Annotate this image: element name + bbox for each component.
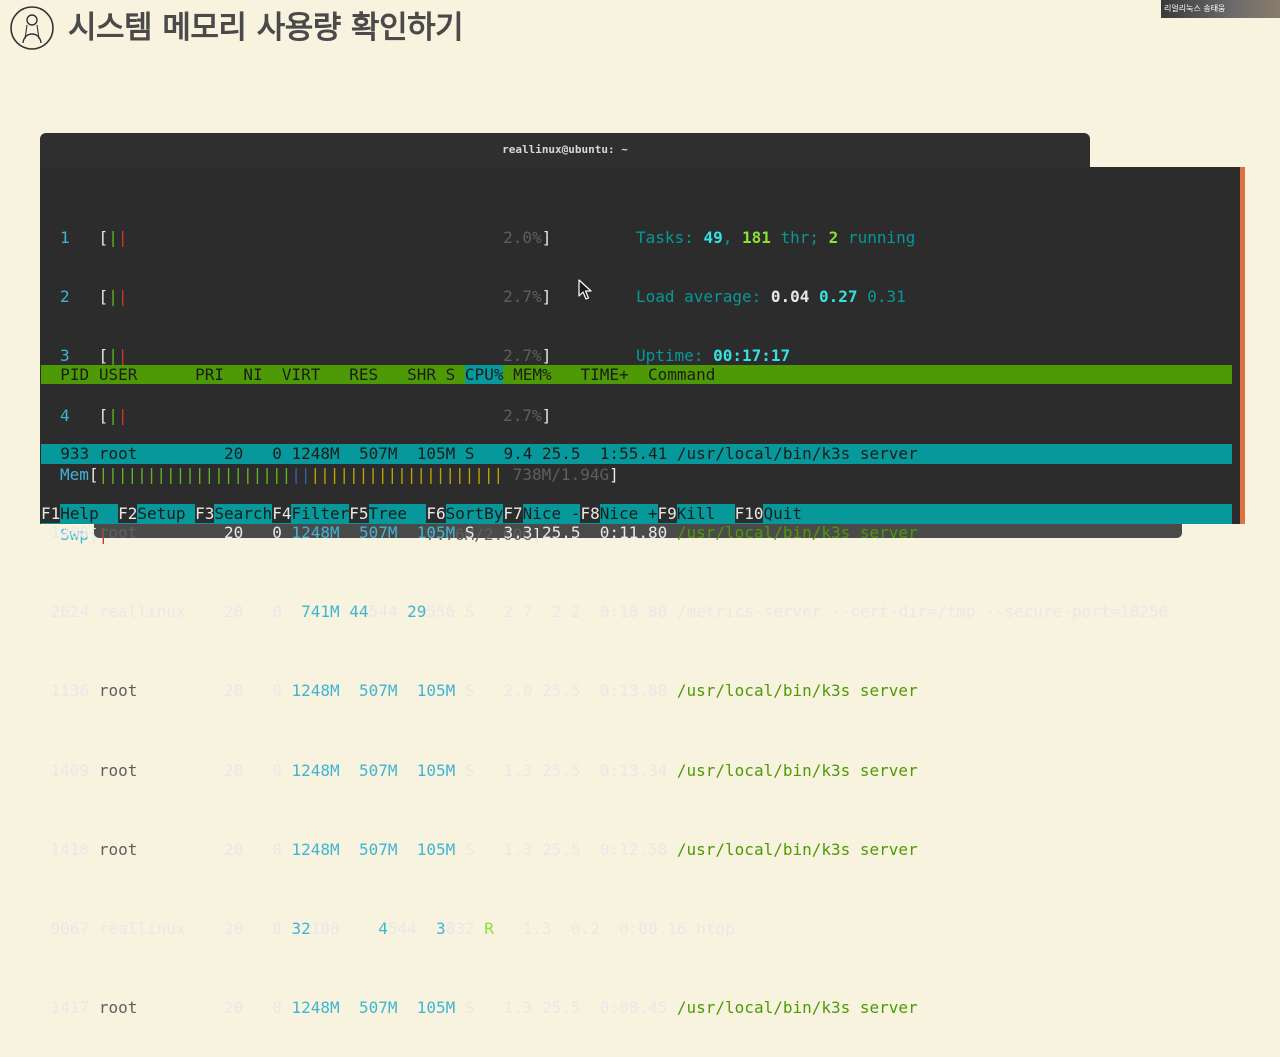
col-command[interactable]: Command [648, 365, 715, 384]
table-row[interactable]: 9067 reallinux 20 0 32108 4544 3832 R 1.… [41, 919, 1232, 939]
fkey-f10[interactable]: F10 [734, 504, 764, 523]
col-cpu[interactable]: CPU% [464, 364, 504, 384]
fkey-f7[interactable]: F7 [503, 504, 523, 523]
webcam-overlay: 리얼리눅스 송태웅 [1161, 0, 1280, 18]
fkey-f3[interactable]: F3 [195, 504, 215, 523]
table-row[interactable]: 1409 root 20 0 1248M 507M 105M S 1.3 25.… [41, 761, 1232, 781]
window-edge [1240, 167, 1245, 524]
meter-value: 2.0% [503, 227, 542, 247]
table-header[interactable]: PID USER PRI NI VIRT RES SHR S CPU% MEM%… [41, 364, 1232, 385]
presenter-name: 리얼리눅스 송태웅 [1164, 4, 1226, 13]
fkey-f2[interactable]: F2 [118, 504, 138, 523]
fkey-f4[interactable]: F4 [272, 504, 292, 523]
col-res[interactable]: RES [349, 365, 378, 384]
table-row[interactable]: 1408 root 20 0 1248M 507M 105M S 3.3 25.… [41, 523, 1232, 543]
fkey-filter[interactable]: Filter [291, 504, 350, 523]
col-state[interactable]: S [446, 365, 456, 384]
table-row[interactable]: 2624 reallinux 20 0 741M 44544 29556 S 2… [41, 602, 1232, 622]
threads-label: thr; [770, 227, 829, 247]
meter-label: 2 [60, 286, 70, 306]
fkey-help[interactable]: Help [60, 504, 119, 523]
separator: , [722, 227, 742, 247]
fkey-nice-plus[interactable]: Nice + [599, 504, 658, 523]
fkey-tree[interactable]: Tree [368, 504, 427, 523]
threads-count: 181 [741, 227, 771, 247]
fkey-f9[interactable]: F9 [657, 504, 677, 523]
table-row[interactable]: 1417 root 20 0 1248M 507M 105M S 1.3 25.… [41, 998, 1232, 1018]
col-shr[interactable]: SHR [407, 365, 436, 384]
running-count: 2 [828, 227, 839, 247]
fkey-f8[interactable]: F8 [580, 504, 600, 523]
cpu-meter-1: 1 [|| 2.0%] [60, 227, 552, 247]
terminal-title: reallinux@ubuntu: ~ [502, 143, 628, 156]
fkey-f6[interactable]: F6 [426, 504, 446, 523]
mouse-pointer-icon [578, 279, 592, 301]
fkey-f5[interactable]: F5 [349, 504, 369, 523]
terminal-titlebar[interactable]: reallinux@ubuntu: ~ [40, 133, 1090, 167]
tasks-label: Tasks: [636, 227, 704, 247]
col-ni[interactable]: NI [243, 365, 262, 384]
col-pid[interactable]: PID [60, 365, 89, 384]
fkey-kill[interactable]: Kill [676, 504, 735, 523]
col-mem[interactable]: MEM% [513, 365, 552, 384]
tasks-count: 49 [703, 227, 723, 247]
terminal-body[interactable]: 1 [|| 2.0%] 2 [|| 2.7%] 3 [|| 2.7%] 4 [|… [40, 167, 1240, 1017]
fkey-f1[interactable]: F1 [41, 504, 61, 523]
load-1min: 0.04 [770, 286, 810, 306]
fkey-nice-minus[interactable]: Nice - [522, 504, 581, 523]
load-label: Load average: [636, 286, 771, 306]
table-row[interactable]: 1418 root 20 0 1248M 507M 105M S 1.3 25.… [41, 840, 1232, 860]
running-label: running [838, 227, 916, 247]
col-pri[interactable]: PRI [195, 365, 224, 384]
load-5min: 0.27 [819, 286, 858, 306]
fkey-search[interactable]: Search [214, 504, 273, 523]
col-virt[interactable]: VIRT [282, 365, 321, 384]
fkey-quit[interactable]: Quit [763, 504, 802, 523]
col-time[interactable]: TIME+ [581, 365, 629, 384]
col-user[interactable]: USER [99, 365, 138, 384]
process-table[interactable]: PID USER PRI NI VIRT RES SHR S CPU% MEM%… [41, 325, 1232, 1057]
meter-value: 2.7% [503, 286, 542, 306]
tasks-line: Tasks: 49, 181 thr; 2 running [636, 228, 915, 248]
page-title: 시스템 메모리 사용량 확인하기 [68, 10, 464, 46]
logo-icon [9, 5, 55, 51]
fkey-setup[interactable]: Setup [137, 504, 196, 523]
load-line: Load average: 0.04 0.27 0.31 [636, 287, 915, 307]
cpu-meter-2: 2 [|| 2.7%] [60, 286, 552, 306]
meter-label: 1 [60, 227, 70, 247]
background-gap [1090, 133, 1245, 167]
fkey-sortby[interactable]: SortBy [445, 504, 504, 523]
table-row[interactable]: 933 root 20 0 1248M 507M 105M S 9.4 25.5… [41, 443, 1232, 464]
table-row[interactable]: 1136 root 20 0 1248M 507M 105M S 2.0 25.… [41, 681, 1232, 701]
function-key-bar[interactable]: F1Help F2Setup F3SearchF4FilterF5Tree F6… [41, 504, 1232, 524]
load-15min: 0.31 [867, 286, 906, 306]
